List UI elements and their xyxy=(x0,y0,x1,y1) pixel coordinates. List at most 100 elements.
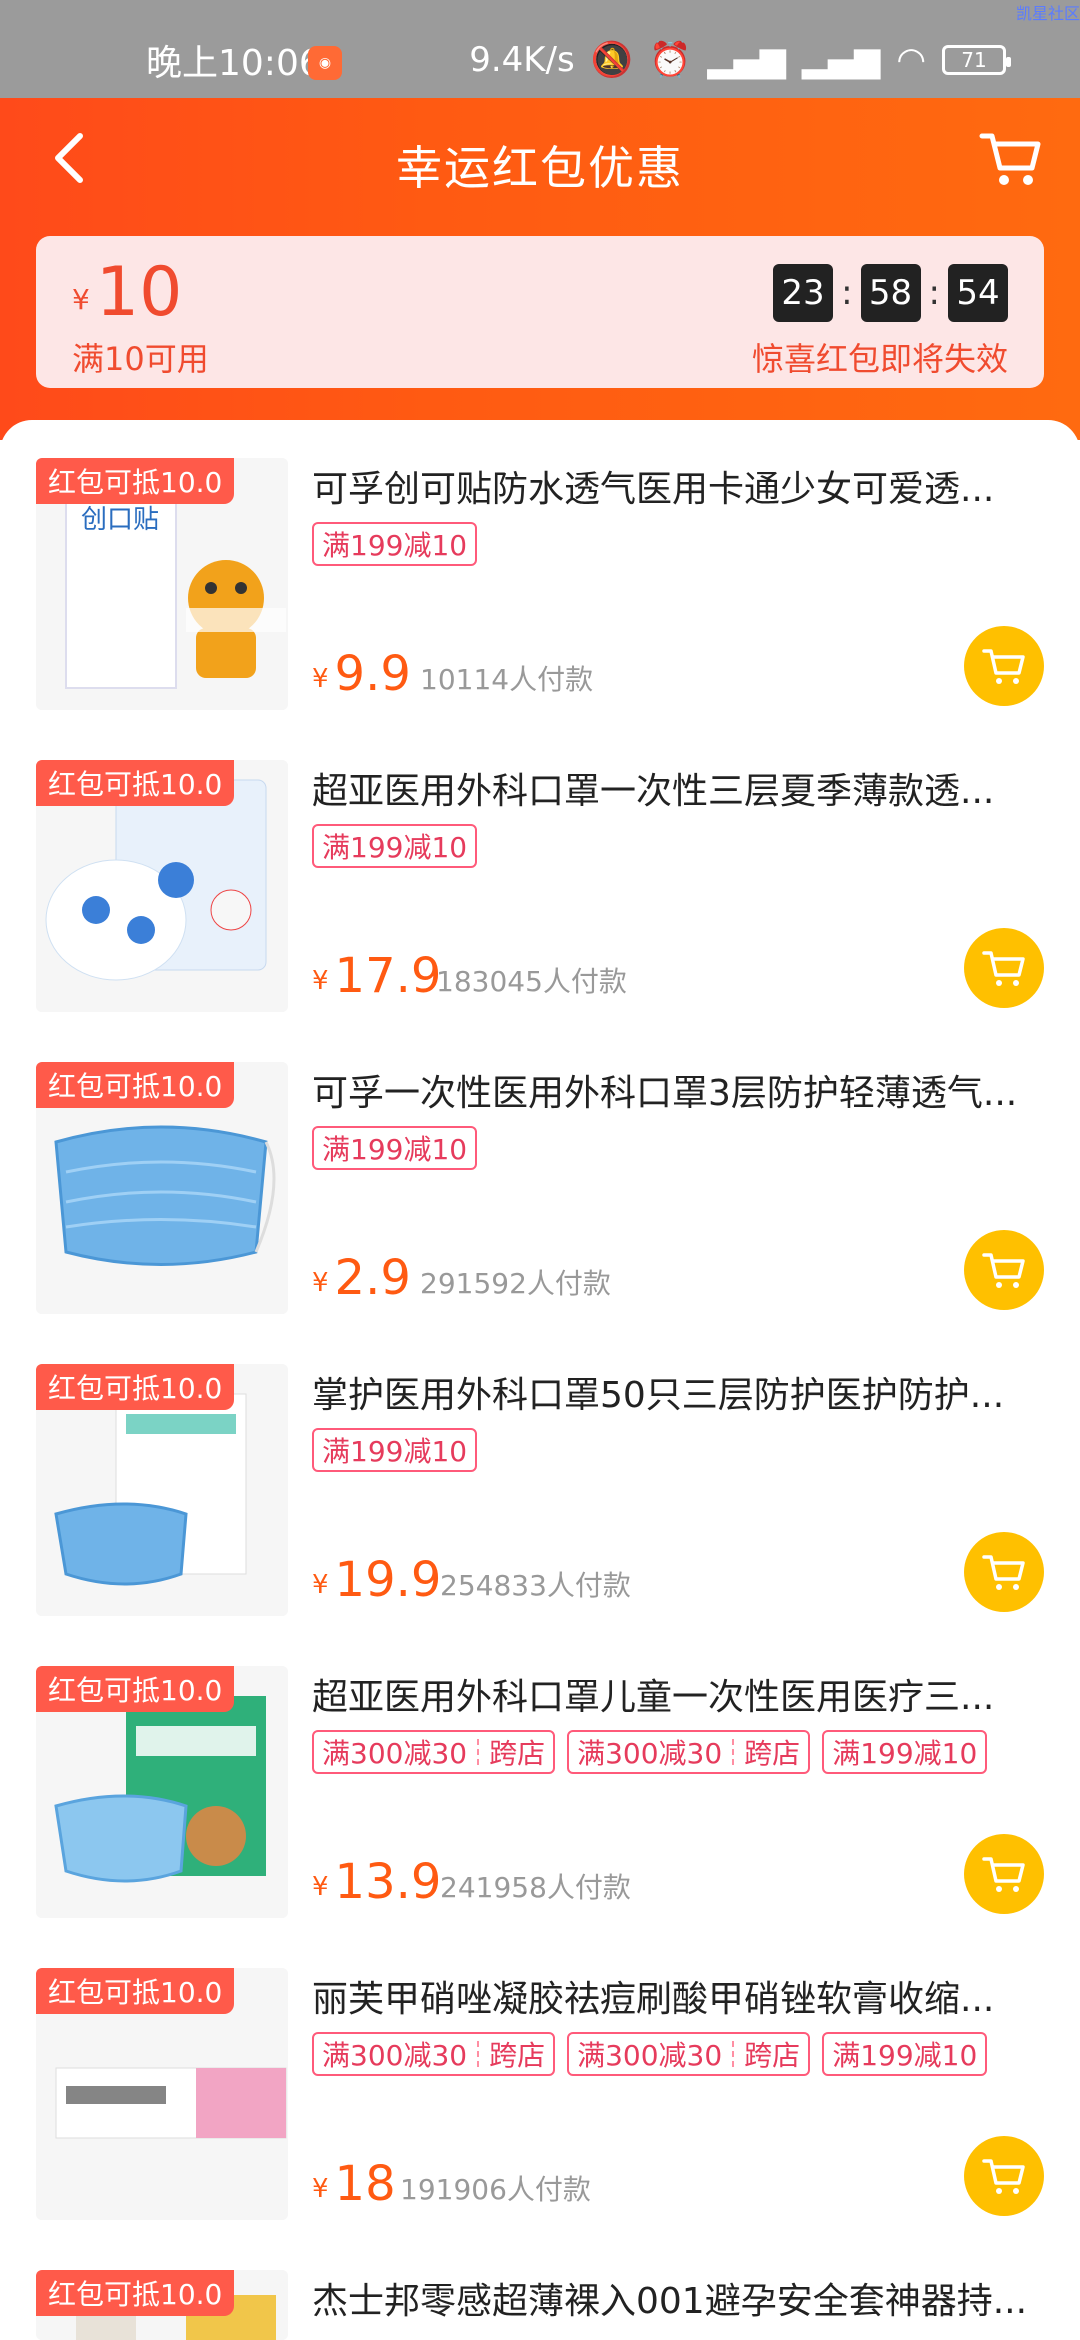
cart-icon xyxy=(982,1857,1025,1892)
product-image[interactable]: 红包可抵10.0 xyxy=(36,1666,288,1918)
alarm-icon: ⏰ xyxy=(649,40,692,80)
product-price: ¥ 2.9 xyxy=(312,1252,411,1304)
product-image[interactable]: 红包可抵10.0 xyxy=(36,2270,288,2340)
cart-button[interactable] xyxy=(978,128,1044,188)
add-to-cart-button[interactable] xyxy=(964,2136,1044,2216)
promo-tag: 满300减30 跨店 xyxy=(567,2032,811,2076)
timer-colon: : xyxy=(841,273,853,313)
coupon-badge: 红包可抵10.0 xyxy=(36,1666,235,1712)
promo-tag-text: 满199减10 xyxy=(322,1435,468,1468)
product-title[interactable]: 丽芙甲硝唑凝胶祛痘刷酸甲硝锉软膏收缩... xyxy=(312,1970,1032,2022)
promo-tags: 满300减30 跨店 满300减30 跨店 满199减10 xyxy=(312,1730,988,1774)
product-list: 创口贴 红包可抵10.0 可孚创可贴防水透气医用卡通少女可爱透... 满199减… xyxy=(0,420,1080,2340)
timer-colon: : xyxy=(928,273,940,313)
add-to-cart-button[interactable] xyxy=(964,1834,1044,1914)
list-item[interactable]: 创口贴 红包可抵10.0 可孚创可贴防水透气医用卡通少女可爱透... 满199减… xyxy=(36,458,1044,710)
product-title[interactable]: 超亚医用外科口罩一次性三层夏季薄款透... xyxy=(312,762,1032,814)
promo-tag-extra: 跨店 xyxy=(744,1737,801,1770)
price-currency: ¥ xyxy=(312,1268,329,1298)
price-currency: ¥ xyxy=(312,1570,329,1600)
cart-icon xyxy=(982,1555,1025,1590)
cart-icon xyxy=(982,1253,1025,1288)
wifi-icon: ◠ xyxy=(896,40,926,80)
promo-tags: 满300减30 跨店 满300减30 跨店 满199减10 xyxy=(312,2032,988,2076)
list-item[interactable]: 红包可抵10.0 超亚医用外科口罩一次性三层夏季薄款透... 满199减10 ¥… xyxy=(36,760,1044,1012)
timer-seconds: 54 xyxy=(948,264,1008,322)
promo-tag-text: 满199减10 xyxy=(832,2039,978,2072)
coupon-badge: 红包可抵10.0 xyxy=(36,1062,235,1108)
price-currency: ¥ xyxy=(312,664,329,694)
price-value: 17.9 xyxy=(334,948,442,1004)
add-to-cart-button[interactable] xyxy=(964,928,1044,1008)
coupon-value: 10 xyxy=(95,253,183,332)
price-value: 9.9 xyxy=(334,646,411,702)
promo-tag-text: 满199减10 xyxy=(322,831,468,864)
product-title[interactable]: 可孚创可贴防水透气医用卡通少女可爱透... xyxy=(312,460,1032,512)
tag-separator xyxy=(477,2041,480,2067)
promo-tag: 满199减10 xyxy=(822,1730,988,1774)
promo-tag-text: 满300减30 xyxy=(577,1737,723,1770)
list-item[interactable]: 红包可抵10.0 丽芙甲硝唑凝胶祛痘刷酸甲硝锉软膏收缩... 满300减30 跨店… xyxy=(36,1968,1044,2220)
promo-tag-text: 满300减30 xyxy=(322,1737,468,1770)
mute-icon: 🔕 xyxy=(590,40,634,80)
product-price: ¥ 9.9 xyxy=(312,648,411,700)
cart-icon xyxy=(982,649,1025,684)
coupon-condition: 满10可用 xyxy=(72,340,209,378)
product-image[interactable]: 红包可抵10.0 xyxy=(36,760,288,1012)
list-item[interactable]: 红包可抵10.0 超亚医用外科口罩儿童一次性医用医疗三... 满300减30 跨店… xyxy=(36,1666,1044,1918)
price-value: 18 xyxy=(334,2156,396,2212)
promo-tag: 满199减10 xyxy=(312,1126,478,1170)
price-value: 19.9 xyxy=(334,1552,442,1608)
promo-tags: 满199减10 xyxy=(312,824,478,868)
tag-separator xyxy=(477,1739,480,1765)
cart-icon xyxy=(979,133,1041,185)
product-title[interactable]: 超亚医用外科口罩儿童一次性医用医疗三... xyxy=(312,1668,1032,1720)
promo-tag: 满199减10 xyxy=(822,2032,988,2076)
promo-tag: 满199减10 xyxy=(312,522,478,566)
timer-hours: 23 xyxy=(773,264,834,322)
promo-tags: 满199减10 xyxy=(312,522,478,566)
promo-tag: 满199减10 xyxy=(312,824,478,868)
product-image[interactable]: 红包可抵10.0 xyxy=(36,1062,288,1314)
coupon-expiry-warning: 惊喜红包即将失效 xyxy=(751,340,1008,378)
promo-tags: 满199减10 xyxy=(312,1126,478,1170)
cart-icon xyxy=(982,951,1025,986)
price-currency: ¥ xyxy=(312,1872,329,1902)
list-item[interactable]: 红包可抵10.0 掌护医用外科口罩50只三层防护医护防护... 满199减10 … xyxy=(36,1364,1044,1616)
product-price: ¥ 19.9 xyxy=(312,1554,441,1606)
signal-icon-2: ▂▄▆ xyxy=(801,40,881,80)
product-title[interactable]: 掌护医用外科口罩50只三层防护医护防护... xyxy=(312,1366,1032,1418)
add-to-cart-button[interactable] xyxy=(964,1230,1044,1310)
list-item[interactable]: 红包可抵10.0 杰士邦零感超薄裸入001避孕安全套神器持... xyxy=(36,2270,1044,2340)
sold-count: 291592人付款 xyxy=(420,1267,611,1300)
price-currency: ¥ xyxy=(312,966,329,996)
promo-tag: 满300减30 跨店 xyxy=(312,2032,556,2076)
product-title[interactable]: 杰士邦零感超薄裸入001避孕安全套神器持... xyxy=(312,2272,1032,2324)
price-currency: ¥ xyxy=(312,2174,329,2204)
timer-minutes: 58 xyxy=(860,264,921,322)
sold-count: 183045人付款 xyxy=(436,965,627,998)
list-item[interactable]: 红包可抵10.0 可孚一次性医用外科口罩3层防护轻薄透气... 满199减10 … xyxy=(36,1062,1044,1314)
product-image[interactable]: 红包可抵10.0 xyxy=(36,1968,288,2220)
promo-tag: 满300减30 跨店 xyxy=(567,1730,811,1774)
header: 幸运红包优惠 xyxy=(0,98,1080,228)
tag-separator xyxy=(732,2041,735,2067)
product-image[interactable]: 创口贴 红包可抵10.0 xyxy=(36,458,288,710)
sold-count: 191906人付款 xyxy=(400,2173,591,2206)
product-price: ¥ 17.9 xyxy=(312,950,441,1002)
promo-tag-text: 满199减10 xyxy=(322,1133,468,1166)
promo-tag: 满199减10 xyxy=(312,1428,478,1472)
coupon-badge: 红包可抵10.0 xyxy=(36,458,235,504)
product-image[interactable]: 红包可抵10.0 xyxy=(36,1364,288,1616)
watermark: 凯星社区 xyxy=(1015,4,1080,23)
add-to-cart-button[interactable] xyxy=(964,626,1044,706)
add-to-cart-button[interactable] xyxy=(964,1532,1044,1612)
promo-tag-extra: 跨店 xyxy=(744,2039,801,2072)
promo-tag-extra: 跨店 xyxy=(489,2039,546,2072)
coupon-badge: 红包可抵10.0 xyxy=(36,1364,235,1410)
coupon-badge: 红包可抵10.0 xyxy=(36,1968,235,2014)
product-title[interactable]: 可孚一次性医用外科口罩3层防护轻薄透气... xyxy=(312,1064,1032,1116)
signal-icon: ▂▄▆ xyxy=(707,40,786,80)
cart-icon xyxy=(982,2159,1025,2194)
network-speed: 9.4K/s xyxy=(469,40,575,80)
